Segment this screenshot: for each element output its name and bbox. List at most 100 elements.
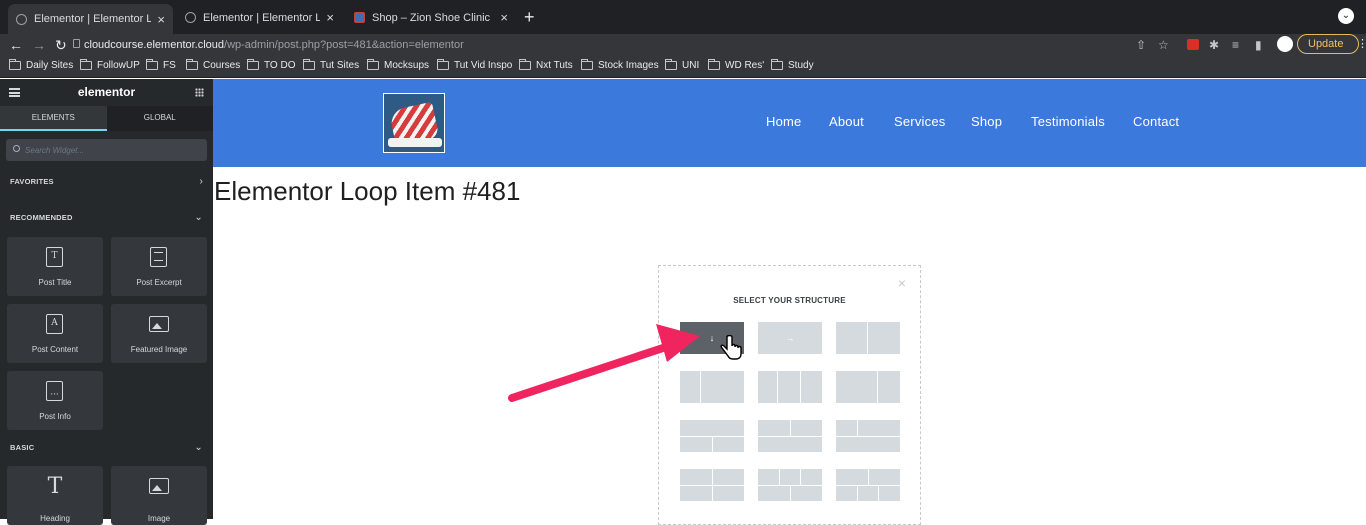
nav-about[interactable]: About xyxy=(829,114,864,129)
widget-image[interactable]: Image xyxy=(111,466,207,525)
section-label: RECOMMENDED xyxy=(10,213,73,222)
forward-icon[interactable]: → xyxy=(32,36,46,54)
widget-heading[interactable]: T Heading xyxy=(7,466,103,525)
globe-icon xyxy=(16,13,27,25)
side-panel-icon[interactable]: ▮ xyxy=(1255,37,1262,53)
bookmark-folder[interactable]: Courses xyxy=(186,59,241,71)
search-input[interactable] xyxy=(25,139,195,161)
widget-label: Post Info xyxy=(39,412,71,421)
widget-post-info[interactable]: ··· Post Info xyxy=(7,371,103,430)
bookmark-folder[interactable]: Daily Sites xyxy=(9,59,73,71)
new-tab-button[interactable]: + xyxy=(524,8,535,26)
heading-icon: T xyxy=(47,474,63,499)
bookmark-label: Mocksups xyxy=(384,60,430,71)
widget-post-title[interactable]: T Post Title xyxy=(7,237,103,296)
bookmark-label: Tut Sites xyxy=(320,60,360,71)
shoe-favicon-icon xyxy=(354,12,365,23)
back-icon[interactable]: ← xyxy=(9,36,23,54)
tab-search-icon[interactable]: ⌄ xyxy=(1338,8,1354,24)
media-icon[interactable]: ≡ xyxy=(1232,37,1239,53)
structure-preset-grid-d[interactable] xyxy=(680,469,744,501)
bookmark-star-icon[interactable]: ☆ xyxy=(1158,37,1169,53)
bookmark-label: Nxt Tuts xyxy=(536,60,573,71)
widgets-grid-icon[interactable] xyxy=(195,88,204,97)
reload-icon[interactable]: ↻ xyxy=(55,36,67,54)
bookmark-folder[interactable]: FS xyxy=(146,59,176,71)
profile-avatar[interactable] xyxy=(1277,36,1293,52)
arrow-down-icon: ↓ xyxy=(709,333,715,343)
widget-label: Post Content xyxy=(31,345,79,354)
folder-icon xyxy=(186,59,198,70)
recommended-section[interactable]: RECOMMENDED ⌄ xyxy=(0,208,213,228)
bookmark-folder[interactable]: UNI xyxy=(665,59,700,71)
close-icon[interactable]: × xyxy=(898,276,906,290)
folder-icon xyxy=(708,59,720,70)
bookmark-folder[interactable]: WD Res' xyxy=(708,59,764,71)
nav-services[interactable]: Services xyxy=(894,114,945,129)
structure-preset-flex-row[interactable]: → xyxy=(758,322,822,354)
browser-tab-active[interactable]: Elementor | Elementor Loop Ite × xyxy=(8,4,173,34)
featured-image-icon xyxy=(149,316,169,332)
widget-label: Post Excerpt xyxy=(136,278,182,287)
folder-icon xyxy=(519,59,531,70)
tab-title: Elementor | Elementor Loop Ite xyxy=(34,13,152,25)
bookmark-folder[interactable]: FollowUP xyxy=(80,59,140,71)
structure-preset-3-col[interactable] xyxy=(758,371,822,403)
nav-testimonials[interactable]: Testimonials xyxy=(1031,114,1105,129)
update-button[interactable]: Update ⋮ xyxy=(1297,34,1366,54)
widget-post-content[interactable]: A Post Content xyxy=(7,304,103,363)
folder-icon xyxy=(581,59,593,70)
shoe-sole xyxy=(388,138,442,147)
browser-tab[interactable]: Shop – Zion Shoe Clinic × xyxy=(346,5,516,30)
widget-featured-image[interactable]: Featured Image xyxy=(111,304,207,363)
image-icon xyxy=(149,478,169,494)
share-icon[interactable]: ⇧ xyxy=(1136,37,1146,53)
close-tab-icon[interactable]: × xyxy=(157,12,165,27)
extension-icon[interactable] xyxy=(1187,39,1199,50)
elementor-panel: elementor ELEMENTS GLOBAL FAVORITES › RE… xyxy=(0,79,213,525)
structure-preset-1-2-col[interactable] xyxy=(680,371,744,403)
folder-icon xyxy=(437,59,449,70)
nav-contact[interactable]: Contact xyxy=(1133,114,1179,129)
address-bar[interactable]: cloudcourse.elementor.cloud/wp-admin/pos… xyxy=(84,36,464,54)
bookmark-folder[interactable]: Stock Images xyxy=(581,59,659,71)
site-header: Home About Services Shop Testimonials Co… xyxy=(213,79,1366,167)
bookmark-folder[interactable]: TO DO xyxy=(247,59,295,71)
widget-post-excerpt[interactable]: Post Excerpt xyxy=(111,237,207,296)
bookmark-folder[interactable]: Tut Vid Inspo xyxy=(437,59,512,71)
structure-preset-grid-a[interactable] xyxy=(680,420,744,452)
close-tab-icon[interactable]: × xyxy=(500,10,508,25)
bookmark-folder[interactable]: Mocksups xyxy=(367,59,430,71)
bookmark-label: Courses xyxy=(203,60,241,71)
favorites-section[interactable]: FAVORITES › xyxy=(0,172,213,192)
nav-home[interactable]: Home xyxy=(766,114,801,129)
structure-preset-grid-b[interactable] xyxy=(758,420,822,452)
browser-tab[interactable]: Elementor | Elementor Loop #3 × xyxy=(177,5,342,30)
post-info-icon: ··· xyxy=(46,381,63,401)
structure-preset-grid-c[interactable] xyxy=(836,420,900,452)
bookmark-folder[interactable]: Tut Sites xyxy=(303,59,360,71)
bookmark-folder[interactable]: Nxt Tuts xyxy=(519,59,573,71)
post-excerpt-icon xyxy=(150,247,167,267)
bookmark-label: Stock Images xyxy=(598,60,659,71)
folder-icon xyxy=(146,59,158,70)
nav-shop[interactable]: Shop xyxy=(971,114,1002,129)
tab-elements[interactable]: ELEMENTS xyxy=(0,106,107,131)
more-icon[interactable]: ⋮ xyxy=(1357,35,1366,53)
structure-preset-2-col[interactable] xyxy=(836,322,900,354)
structure-preset-grid-f[interactable] xyxy=(836,469,901,501)
bookmark-folder[interactable]: Study xyxy=(771,59,814,71)
bookmark-label: UNI xyxy=(682,60,700,71)
structure-preset-2-1-col[interactable] xyxy=(836,371,900,403)
tab-global[interactable]: GLOBAL xyxy=(106,106,213,131)
site-logo[interactable] xyxy=(383,93,445,153)
close-tab-icon[interactable]: × xyxy=(326,10,334,25)
structure-preset-grid-e[interactable] xyxy=(758,469,823,501)
basic-section[interactable]: BASIC ⌄ xyxy=(0,438,213,458)
post-title-icon: T xyxy=(46,247,63,267)
puzzle-icon[interactable]: ✱ xyxy=(1209,37,1219,53)
folder-icon xyxy=(80,59,92,70)
tab-title: Shop – Zion Shoe Clinic xyxy=(372,11,491,24)
globe-icon xyxy=(185,12,196,23)
post-content-icon: A xyxy=(46,314,63,334)
